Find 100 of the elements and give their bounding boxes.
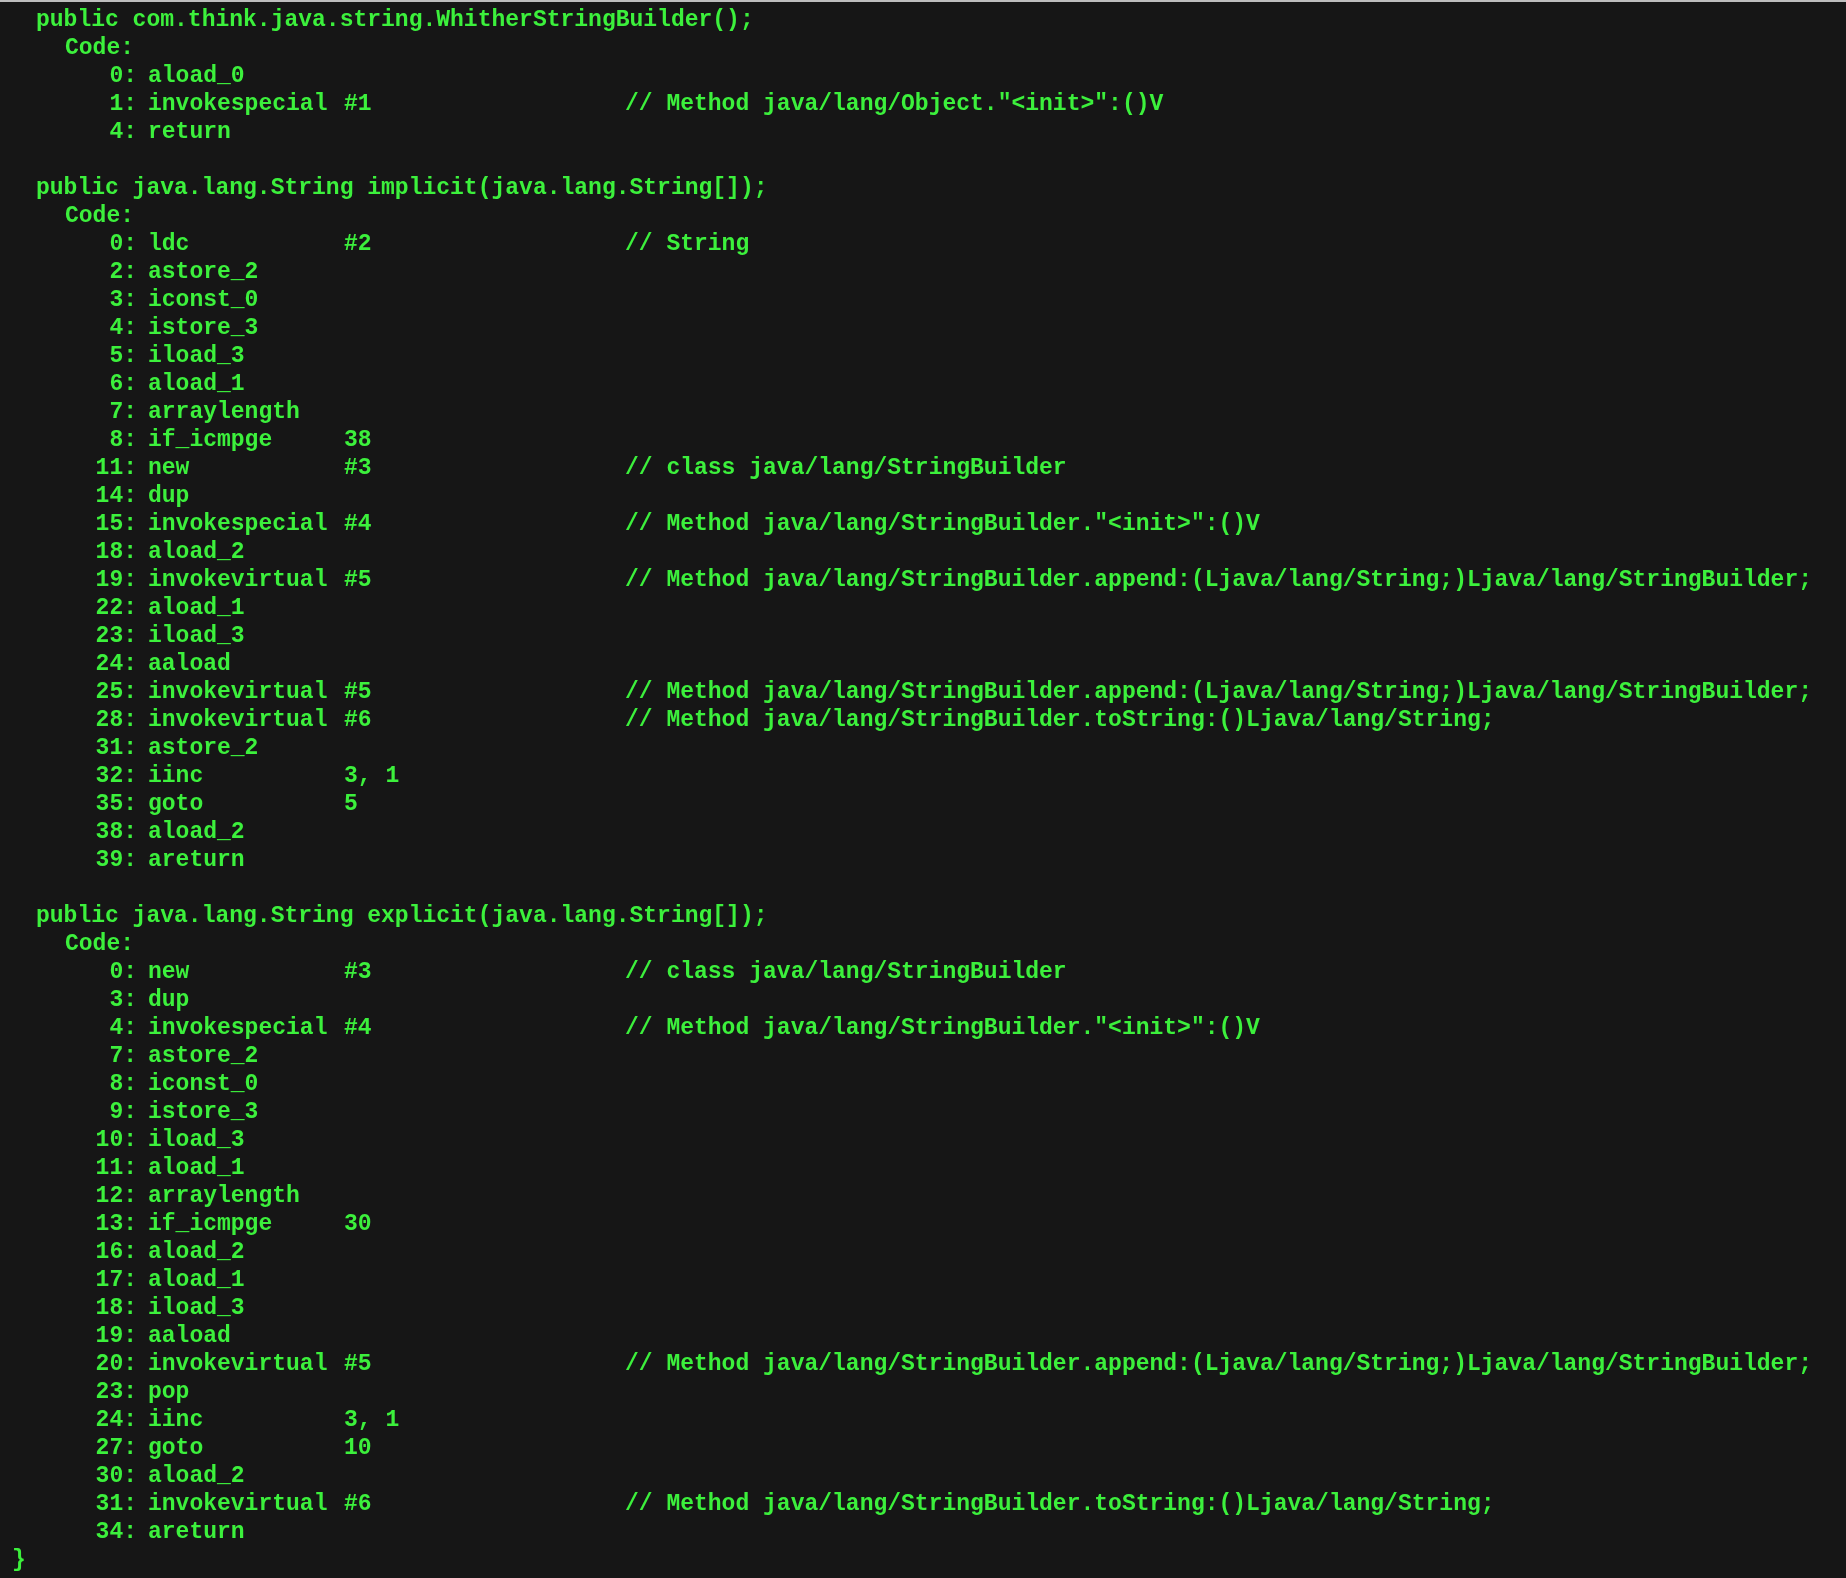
opcode: aload_2 [148, 819, 245, 845]
code-comment: // Method java/lang/StringBuilder.append:(Ljava/lang/String;)Ljava/lang/StringBuilder; [625, 566, 1812, 594]
method-signature: public java.lang.String explicit(java.lang.String[]); [35, 902, 768, 930]
bytecode-offset: 9: [109, 1099, 137, 1125]
bytecode-offset: 34: [95, 1519, 137, 1545]
opcode: invokevirtual [148, 1491, 328, 1517]
bytecode-offset: 14: [95, 483, 137, 509]
code-comment: // Method java/lang/StringBuilder.toString:()Ljava/lang/String; [625, 706, 1495, 734]
opcode: astore_2 [148, 735, 259, 761]
opcode: arraylength [148, 399, 300, 425]
bytecode-offset: 5: [109, 343, 137, 369]
bytecode-offset: 11: [95, 455, 137, 481]
opcode: istore_3 [148, 315, 259, 341]
bytecode-offset: 16: [95, 1239, 137, 1265]
bytecode-offset: 7: [109, 1043, 137, 1069]
opcode: invokespecial [148, 91, 328, 117]
opcode: iload_3 [148, 343, 245, 369]
operand: #5 [344, 1351, 372, 1377]
operand: 3, 1 [344, 1407, 400, 1433]
opcode: dup [148, 987, 190, 1013]
operand: 30 [344, 1211, 372, 1237]
bytecode-offset: 25: [95, 679, 137, 705]
bytecode-offset: 12: [95, 1183, 137, 1209]
opcode: aload_1 [148, 371, 245, 397]
operand: #4 [344, 1015, 372, 1041]
opcode: pop [148, 1379, 190, 1405]
code-label: Code: [65, 35, 134, 61]
operand: #5 [344, 567, 372, 593]
opcode: iinc [148, 1407, 204, 1433]
bytecode-offset: 39: [95, 847, 137, 873]
opcode: goto [148, 1435, 204, 1461]
bytecode-offset: 10: [95, 1127, 137, 1153]
opcode: iinc [148, 763, 204, 789]
bytecode-offset: 0: [109, 959, 137, 985]
method-signature: public java.lang.String implicit(java.lang.String[]); [35, 174, 768, 202]
code-comment: // Method java/lang/StringBuilder.append:(Ljava/lang/String;)Ljava/lang/StringBuilder; [625, 1350, 1812, 1378]
bytecode-offset: 3: [109, 987, 137, 1013]
bytecode-offset: 20: [95, 1351, 137, 1377]
opcode: areturn [148, 1519, 245, 1545]
operand: 5 [344, 791, 358, 817]
opcode: aload_1 [148, 595, 245, 621]
bytecode-offset: 7: [109, 399, 137, 425]
opcode: return [148, 119, 231, 145]
opcode: iload_3 [148, 623, 245, 649]
opcode: astore_2 [148, 1043, 259, 1069]
code-comment: // Method java/lang/Object."<init>":()V [625, 90, 1164, 118]
opcode: aload_2 [148, 1239, 245, 1265]
bytecode-offset: 24: [95, 1407, 137, 1433]
operand: 38 [344, 427, 372, 453]
bytecode-offset: 1: [109, 91, 137, 117]
opcode: aload_2 [148, 1463, 245, 1489]
operand: #4 [344, 511, 372, 537]
opcode: aaload [148, 1323, 231, 1349]
opcode: invokespecial [148, 1015, 328, 1041]
bytecode-offset: 28: [95, 707, 137, 733]
opcode: areturn [148, 847, 245, 873]
bytecode-offset: 17: [95, 1267, 137, 1293]
opcode: aload_2 [148, 539, 245, 565]
code-label: Code: [65, 931, 134, 957]
opcode: invokevirtual [148, 1351, 328, 1377]
bytecode-offset: 19: [95, 567, 137, 593]
bytecode-offset: 11: [95, 1155, 137, 1181]
code-comment: // Method java/lang/StringBuilder.toString:()Ljava/lang/String; [625, 1490, 1495, 1518]
opcode: aaload [148, 651, 231, 677]
operand: 10 [344, 1435, 372, 1461]
opcode: goto [148, 791, 204, 817]
opcode: invokevirtual [148, 567, 328, 593]
bytecode-offset: 3: [109, 287, 137, 313]
operand: #3 [344, 959, 372, 985]
code-comment: // Method java/lang/StringBuilder."<init>":()V [625, 1014, 1260, 1042]
bytecode-offset: 0: [109, 231, 137, 257]
bytecode-offset: 18: [95, 1295, 137, 1321]
opcode: iconst_0 [148, 287, 259, 313]
bytecode-offset: 35: [95, 791, 137, 817]
bytecode-offset: 23: [95, 623, 137, 649]
operand: #2 [344, 231, 372, 257]
operand: #6 [344, 707, 372, 733]
opcode: ldc [148, 231, 190, 257]
code-comment: // Method java/lang/StringBuilder.append:(Ljava/lang/String;)Ljava/lang/StringBuilder; [625, 678, 1812, 706]
bytecode-offset: 0: [109, 63, 137, 89]
bytecode-offset: 23: [95, 1379, 137, 1405]
bytecode-offset: 19: [95, 1323, 137, 1349]
opcode: if_icmpge [148, 427, 273, 453]
opcode: invokevirtual [148, 707, 328, 733]
bytecode-offset: 8: [109, 427, 137, 453]
opcode: iconst_0 [148, 1071, 259, 1097]
bytecode-offset: 4: [109, 315, 137, 341]
operand: #6 [344, 1491, 372, 1517]
bytecode-offset: 38: [95, 819, 137, 845]
operand: #3 [344, 455, 372, 481]
opcode: new [148, 959, 190, 985]
opcode: iload_3 [148, 1127, 245, 1153]
opcode: aload_0 [148, 63, 245, 89]
bytecode-offset: 15: [95, 511, 137, 537]
code-comment: // Method java/lang/StringBuilder."<init>":()V [625, 510, 1260, 538]
closing-brace: } [12, 1547, 26, 1573]
opcode: aload_1 [148, 1267, 245, 1293]
bytecode-offset: 31: [95, 735, 137, 761]
opcode: new [148, 455, 190, 481]
opcode: arraylength [148, 1183, 300, 1209]
